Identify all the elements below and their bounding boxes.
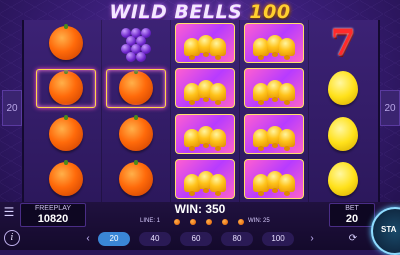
reel-cell xyxy=(32,20,100,66)
bet-prev-arrow[interactable]: ‹ xyxy=(82,232,94,246)
autoplay-icon[interactable]: ⟳ xyxy=(346,232,360,246)
lemon-symbol xyxy=(328,71,358,106)
bet-option-80[interactable]: 80 xyxy=(221,232,253,246)
reel-cell: 7 xyxy=(309,20,377,66)
reel-cell xyxy=(102,111,170,157)
reel-4 xyxy=(239,20,308,202)
spin-label: STA xyxy=(381,225,397,234)
bells-symbol xyxy=(244,22,304,63)
reel-cell xyxy=(102,66,170,112)
line-win-info: LINE: 1 WIN: 25 xyxy=(118,217,288,227)
bet-option-20[interactable]: 20 xyxy=(98,232,130,246)
orange-symbol xyxy=(49,23,83,60)
line-dot xyxy=(238,219,244,225)
line-dot xyxy=(206,219,212,225)
reel-2 xyxy=(101,20,170,202)
bells-symbol xyxy=(175,113,235,154)
orange-symbol xyxy=(119,160,153,197)
bet-next-arrow[interactable]: › xyxy=(306,232,318,246)
bet-display: BET 20 xyxy=(329,203,375,227)
bells-symbol xyxy=(175,22,235,63)
lemon-symbol xyxy=(328,116,358,151)
reel-1 xyxy=(32,20,100,202)
win-highlight-frame xyxy=(106,68,166,108)
orange-symbol xyxy=(119,114,153,151)
grapes-symbol xyxy=(119,24,153,62)
reel-3 xyxy=(170,20,239,202)
bells-symbol xyxy=(244,68,304,109)
reel-grid: 7 xyxy=(22,20,380,202)
bells-symbol xyxy=(175,159,235,200)
reel-cell xyxy=(171,111,239,157)
reel-cell xyxy=(240,20,308,66)
reel-cell xyxy=(309,111,377,157)
reel-cell xyxy=(171,20,239,66)
reel-cell xyxy=(102,20,170,66)
line-dot xyxy=(222,219,228,225)
line-win-label: WIN: 25 xyxy=(248,218,270,224)
reel-cell xyxy=(240,111,308,157)
left-line-indicator: 20 xyxy=(2,90,22,126)
reel-cell xyxy=(32,157,100,203)
reel-cell xyxy=(240,157,308,203)
reel-cell xyxy=(309,66,377,112)
bet-selector: 20 40 60 80 100 xyxy=(98,232,304,248)
left-line-count: 20 xyxy=(6,102,18,114)
right-line-indicator: 20 xyxy=(380,90,400,126)
bet-label: BET xyxy=(345,205,359,212)
line-label: LINE: 1 xyxy=(140,218,161,224)
orange-symbol xyxy=(49,160,83,197)
right-line-count: 20 xyxy=(384,102,396,114)
bells-symbol xyxy=(244,113,304,154)
seven-symbol: 7 xyxy=(330,21,356,64)
bet-value: 20 xyxy=(345,213,359,225)
reel-cell xyxy=(309,157,377,203)
bells-symbol xyxy=(175,68,235,109)
orange-symbol xyxy=(49,114,83,151)
bet-option-60[interactable]: 60 xyxy=(180,232,212,246)
line-dot xyxy=(174,219,180,225)
bells-symbol xyxy=(244,159,304,200)
reel-cell xyxy=(171,66,239,112)
reel-cell xyxy=(32,66,100,112)
reel-cell xyxy=(171,157,239,203)
reel-cell xyxy=(32,111,100,157)
line-dot xyxy=(190,219,196,225)
bet-option-100[interactable]: 100 xyxy=(262,232,294,246)
info-icon[interactable]: i xyxy=(4,230,20,246)
bet-option-40[interactable]: 40 xyxy=(139,232,171,246)
win-highlight-frame xyxy=(36,68,96,108)
lemon-symbol xyxy=(328,162,358,197)
reel-cell xyxy=(240,66,308,112)
reel-cell xyxy=(102,157,170,203)
reel-5: 7 xyxy=(308,20,377,202)
